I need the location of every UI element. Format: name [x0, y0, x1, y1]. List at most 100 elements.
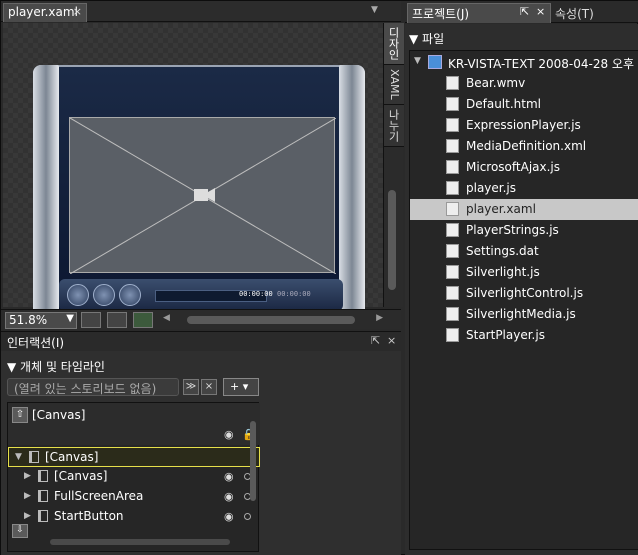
file-item-label: ExpressionPlayer.js [466, 118, 581, 132]
file-item-label: Silverlight.js [466, 265, 540, 279]
file-item[interactable]: ExpressionPlayer.js [410, 115, 638, 136]
expand-icon[interactable]: ▶ [24, 491, 31, 501]
rewind-icon [67, 284, 89, 306]
tree-node[interactable]: ▶ StartButton ◉ [8, 507, 260, 527]
files-heading[interactable]: ▼ 파일 [409, 30, 444, 47]
file-item[interactable]: player.xaml [410, 199, 638, 220]
forward-icon [119, 284, 141, 306]
document-tab-label: player.xaml [8, 5, 78, 19]
js-file-icon [446, 286, 459, 300]
js-file-icon [446, 160, 459, 174]
scrollbar-thumb[interactable] [50, 539, 230, 545]
project-panel: ▼ 파일 ▼ KR-VISTA-TEXT 2008-04-28 오후 Bear.… [405, 24, 638, 555]
tree-node[interactable]: ▶ [Canvas] ◉ [8, 467, 260, 487]
js-file-icon [446, 181, 459, 195]
tree-node[interactable]: ▶ FullScreenArea ◉ [8, 487, 260, 507]
file-item[interactable]: player.js [410, 178, 638, 199]
interaction-panel-header: 인터랙션(I) ⇱ × [1, 332, 401, 351]
file-item-label: MicrosoftAjax.js [466, 160, 561, 174]
canvas-icon [38, 510, 48, 522]
file-item-label: Default.html [466, 97, 541, 111]
file-item[interactable]: SilverlightControl.js [410, 283, 638, 304]
scroll-right-icon[interactable]: ▶ [376, 313, 383, 323]
player-time-total: 00:00:00 [277, 290, 311, 298]
eye-icon[interactable]: ◉ [224, 490, 234, 503]
project-tab-bar: 프로젝트(J) ⇱ × 속성(T) [405, 1, 638, 23]
grid-toggle-icon[interactable] [81, 312, 101, 328]
document-tab-player-xaml[interactable]: player.xaml × [3, 3, 87, 22]
file-item[interactable]: Bear.wmv [410, 73, 638, 94]
eye-icon[interactable]: ◉ [224, 428, 234, 441]
file-item[interactable]: Silverlight.js [410, 262, 638, 283]
scrollbar-thumb[interactable] [388, 190, 396, 290]
tab-project-label: 프로젝트(J) [412, 7, 470, 21]
tree-vertical-scrollbar[interactable] [248, 405, 258, 545]
artboard-horizontal-scrollbar[interactable]: ◀ ▶ [163, 313, 383, 325]
document-menu-icon[interactable]: ▼ [371, 5, 378, 15]
snap-to-gridlines-icon[interactable] [133, 312, 153, 328]
file-item[interactable]: MicrosoftAjax.js [410, 157, 638, 178]
expand-icon[interactable]: ▼ [414, 56, 421, 66]
tree-node-root-canvas[interactable]: ▼ [Canvas] [8, 447, 260, 467]
pin-icon[interactable]: ⇱ [520, 5, 529, 18]
eye-icon[interactable]: ◉ [224, 470, 234, 483]
file-item[interactable]: StartPlayer.js [410, 325, 638, 346]
close-icon[interactable]: × [387, 334, 396, 347]
tab-properties[interactable]: 속성(T) [555, 5, 594, 22]
file-item[interactable]: Default.html [410, 94, 638, 115]
chevron-down-icon[interactable]: ▼ [66, 313, 74, 324]
zoom-combobox[interactable]: 51.8% ▼ [5, 312, 77, 329]
design-artboard[interactable]: 00:00:00 00:00:00 [3, 23, 401, 317]
tree-node-label: FullScreenArea [54, 489, 144, 503]
media-player-preview: 00:00:00 00:00:00 [33, 65, 365, 317]
file-item-label: Settings.dat [466, 244, 539, 258]
file-item[interactable]: SilverlightMedia.js [410, 304, 638, 325]
video-placeholder-cross [70, 118, 336, 274]
expand-icon[interactable]: ▼ [15, 452, 22, 462]
tab-design[interactable]: 디자인 [384, 23, 404, 65]
tab-project[interactable]: 프로젝트(J) ⇱ × [407, 3, 551, 23]
file-item-label: player.xaml [466, 202, 536, 216]
expand-icon[interactable]: ▶ [24, 471, 31, 481]
tree-node-label: StartButton [54, 509, 124, 523]
file-item[interactable]: Settings.dat [410, 241, 638, 262]
scroll-left-icon[interactable]: ◀ [163, 313, 170, 323]
xaml-file-icon [446, 202, 459, 216]
scrollbar-thumb[interactable] [250, 421, 256, 501]
objects-timeline-heading[interactable]: ▼ 개체 및 타임라인 [7, 358, 105, 375]
project-icon [428, 55, 442, 69]
scope-down-icon[interactable]: ⇩ [12, 524, 28, 538]
snap-toggle-icon[interactable] [107, 312, 127, 328]
file-tree: ▼ KR-VISTA-TEXT 2008-04-28 오후 Bear.wmv De… [409, 50, 638, 550]
xml-file-icon [446, 139, 459, 153]
interaction-panel-title: 인터랙션(I) [7, 336, 65, 350]
interaction-panel: 인터랙션(I) ⇱ × ▼ 개체 및 타임라인 (열려 있는 스토리보드 없음)… [1, 331, 401, 555]
pin-icon[interactable]: ⇱ [371, 334, 380, 347]
file-item[interactable]: MediaDefinition.xml [410, 136, 638, 157]
scope-label: [Canvas] [32, 408, 86, 422]
scrollbar-thumb[interactable] [187, 316, 355, 324]
artboard-toolbar: 51.8% ▼ ◀ ▶ [1, 309, 401, 329]
close-icon[interactable]: × [73, 5, 82, 18]
js-file-icon [446, 118, 459, 132]
document-tab-bar: player.xaml × ▼ [1, 1, 401, 22]
file-item-label: SilverlightControl.js [466, 286, 584, 300]
js-file-icon [446, 307, 459, 321]
new-storyboard-button[interactable]: + ▾ [223, 378, 259, 396]
storyboard-options-icon[interactable]: ≫ [183, 379, 199, 395]
file-item[interactable]: PlayerStrings.js [410, 220, 638, 241]
project-root-label: KR-VISTA-TEXT 2008-04-28 오후 [448, 57, 634, 71]
storyboard-row: (열려 있는 스토리보드 없음) ≫ × + ▾ [7, 378, 259, 396]
close-icon[interactable]: × [536, 5, 545, 18]
scope-up-icon[interactable]: ⇧ [12, 407, 28, 423]
expand-icon[interactable]: ▶ [24, 511, 31, 521]
html-file-icon [446, 97, 459, 111]
storyboard-picker[interactable]: (열려 있는 스토리보드 없음) [7, 378, 179, 396]
eye-icon[interactable]: ◉ [224, 510, 234, 523]
tab-xaml[interactable]: XAML [384, 65, 404, 105]
close-storyboard-icon[interactable]: × [201, 379, 217, 395]
tab-split[interactable]: 나누기 [384, 104, 404, 147]
artboard-vertical-scrollbar[interactable] [385, 166, 399, 304]
project-root[interactable]: ▼ KR-VISTA-TEXT 2008-04-28 오후 [410, 53, 638, 73]
tree-horizontal-scrollbar[interactable] [30, 538, 240, 546]
